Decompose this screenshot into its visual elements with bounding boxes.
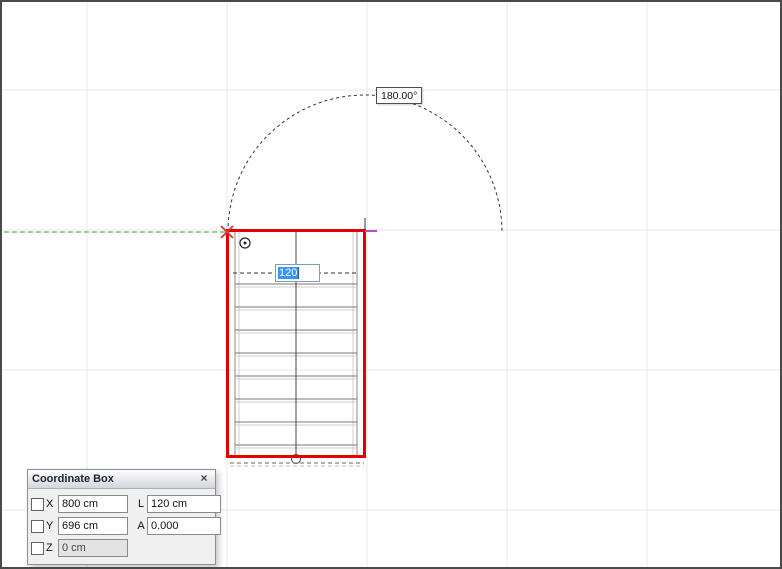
x-axis-checkbox[interactable] xyxy=(31,498,44,511)
stair-bottom-dashed xyxy=(230,463,364,466)
tracker-selected-text: 120 xyxy=(278,267,299,279)
rotation-arc xyxy=(228,95,502,232)
drawing-canvas[interactable]: 180.00° 120 Coordinate Box × X L Y A xyxy=(0,0,782,569)
coordinate-box-titlebar[interactable]: Coordinate Box × xyxy=(28,470,215,489)
angle-readout: 180.00° xyxy=(376,87,422,104)
pivot-marker-icon xyxy=(240,238,250,248)
x-axis-label: X xyxy=(46,498,58,510)
y-coordinate-field[interactable] xyxy=(58,517,128,535)
z-axis-label: Z xyxy=(46,542,58,554)
coordinate-row-y: Y A xyxy=(31,516,212,536)
z-axis-checkbox[interactable] xyxy=(31,542,44,555)
x-coordinate-field[interactable] xyxy=(58,495,128,513)
length-label: L xyxy=(135,498,147,510)
coordinate-row-x: X L xyxy=(31,494,212,514)
close-icon[interactable]: × xyxy=(197,472,211,486)
y-axis-checkbox[interactable] xyxy=(31,520,44,533)
coordinate-row-z: Z xyxy=(31,538,212,558)
angle-field[interactable] xyxy=(147,517,221,535)
z-coordinate-field[interactable] xyxy=(58,539,128,557)
coordinate-box-palette[interactable]: Coordinate Box × X L Y A Z xyxy=(27,469,216,565)
angle-label: A xyxy=(135,520,147,532)
length-field[interactable] xyxy=(147,495,221,513)
y-axis-label: Y xyxy=(46,520,58,532)
palette-title: Coordinate Box xyxy=(32,473,197,485)
tracker-input[interactable]: 120 xyxy=(275,264,320,282)
coordinate-box-body: X L Y A Z xyxy=(28,489,215,564)
